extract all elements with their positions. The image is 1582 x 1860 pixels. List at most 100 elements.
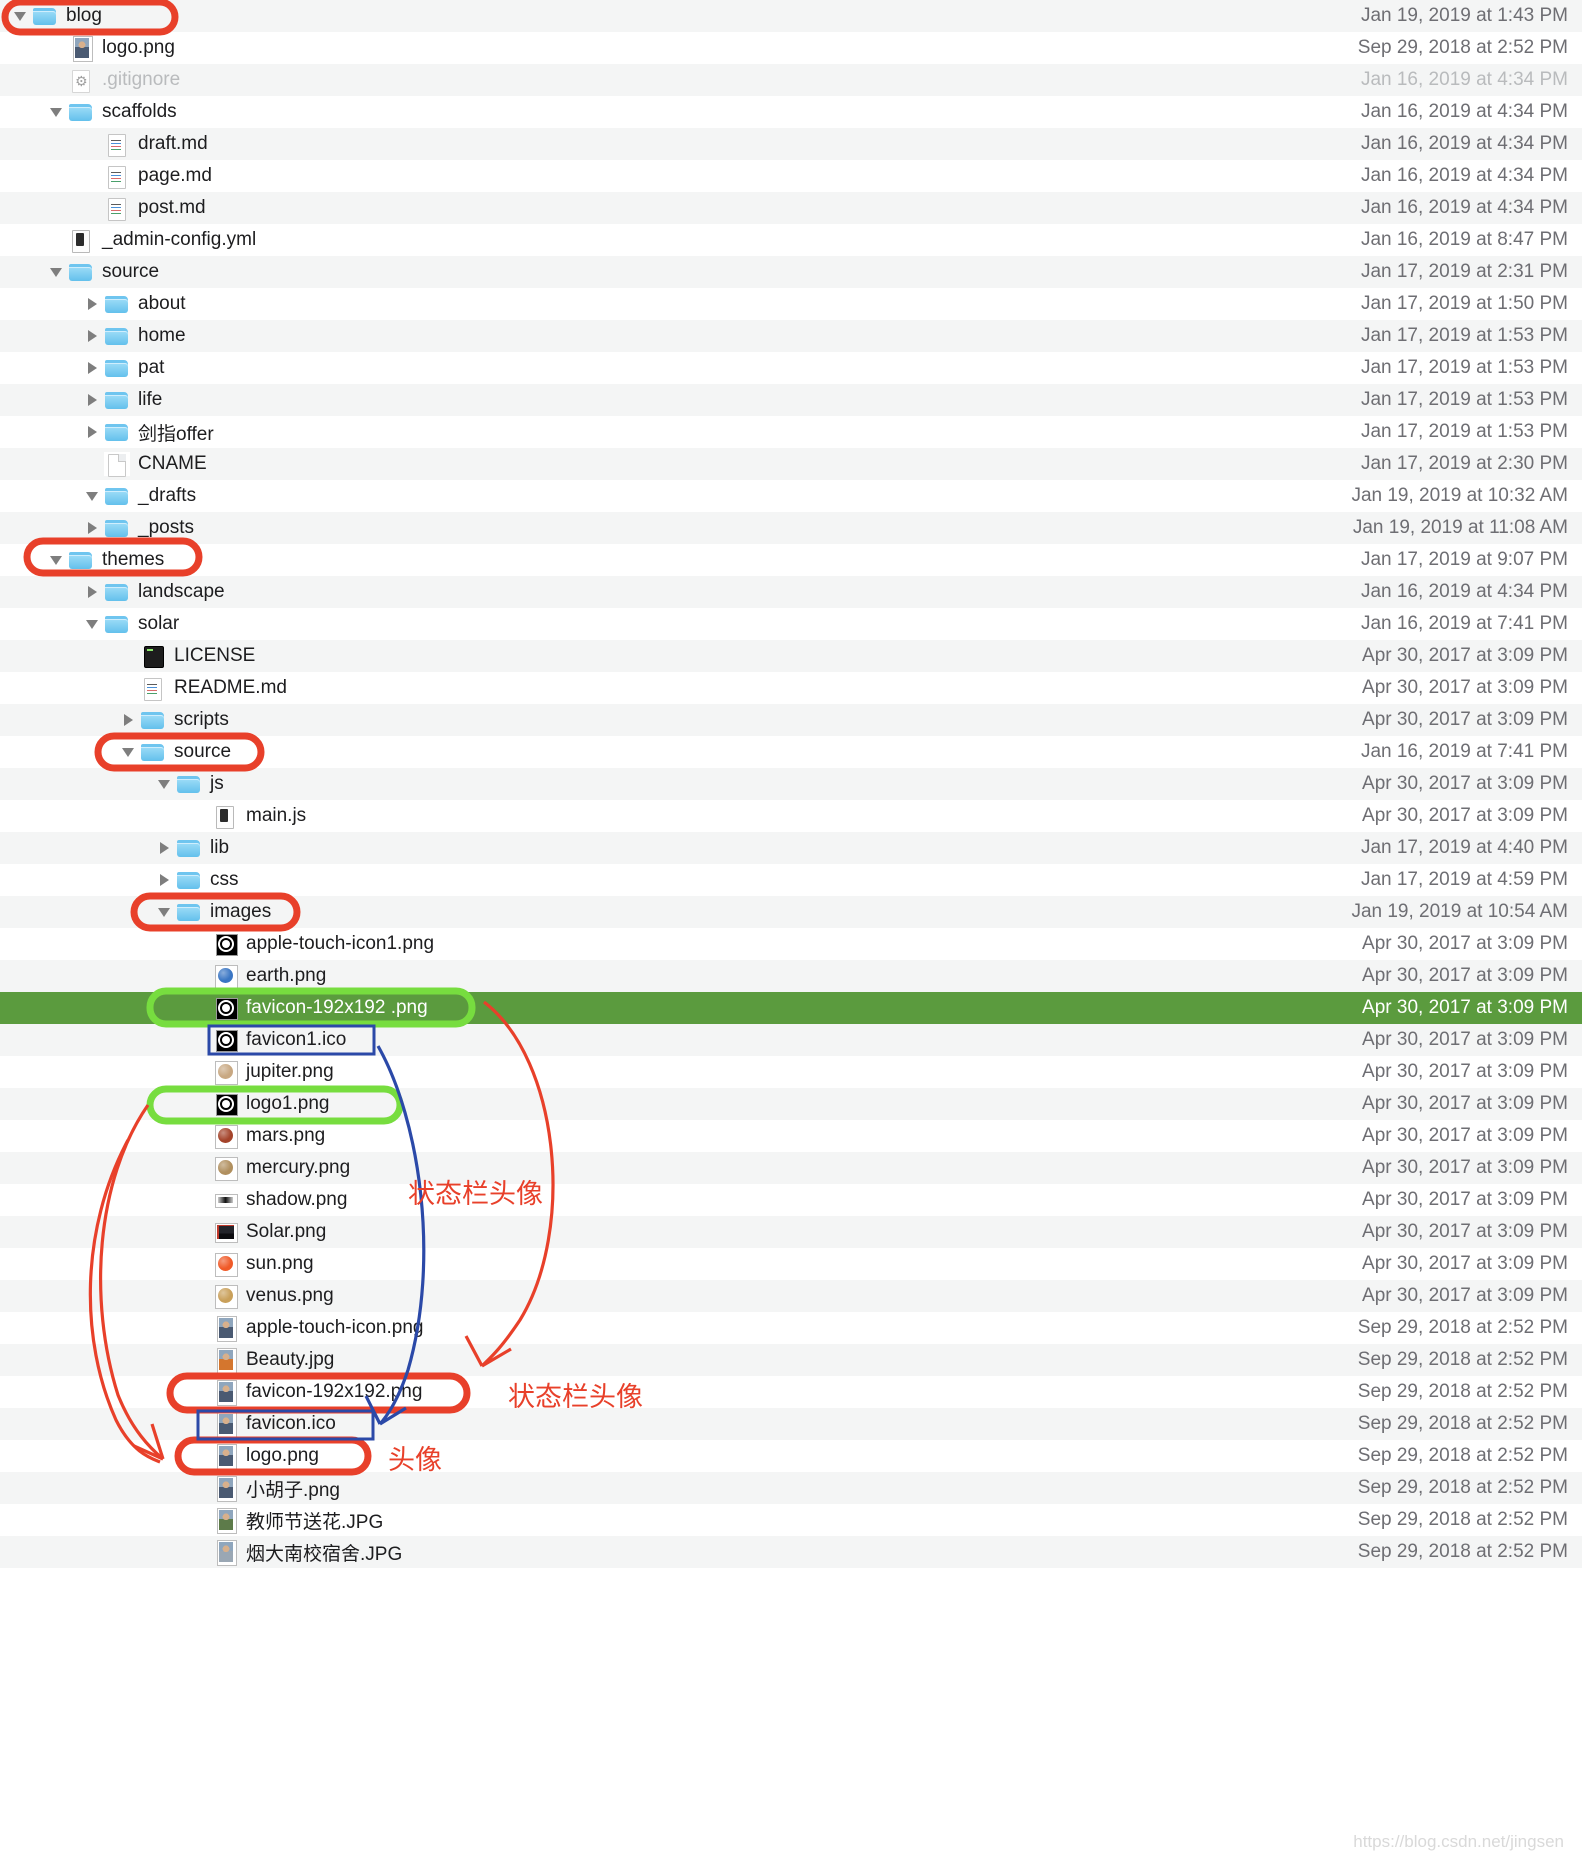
table-row[interactable]: themes Jan 17, 2019 at 9:07 PM <box>0 544 1582 576</box>
disclosure-right-icon[interactable] <box>82 384 104 416</box>
folder-icon <box>140 708 166 732</box>
disclosure-spacer <box>190 1376 212 1408</box>
table-row[interactable]: images Jan 19, 2019 at 10:54 AM <box>0 896 1582 928</box>
table-row[interactable]: jupiter.png Apr 30, 2017 at 3:09 PM <box>0 1056 1582 1088</box>
table-row[interactable]: css Jan 17, 2019 at 4:59 PM <box>0 864 1582 896</box>
table-row[interactable]: logo.png Sep 29, 2018 at 2:52 PM <box>0 32 1582 64</box>
folder-icon <box>176 868 202 892</box>
table-row[interactable]: js Apr 30, 2017 at 3:09 PM <box>0 768 1582 800</box>
table-row[interactable]: logo.png Sep 29, 2018 at 2:52 PM <box>0 1440 1582 1472</box>
date-modified: Sep 29, 2018 at 2:52 PM <box>1357 37 1568 58</box>
disclosure-down-icon[interactable] <box>82 480 104 512</box>
disclosure-right-icon[interactable] <box>154 832 176 864</box>
file-name: favicon.ico <box>246 1413 336 1434</box>
table-row[interactable]: _drafts Jan 19, 2019 at 10:32 AM <box>0 480 1582 512</box>
disclosure-spacer <box>190 1056 212 1088</box>
table-row[interactable]: mercury.png Apr 30, 2017 at 3:09 PM <box>0 1152 1582 1184</box>
table-row[interactable]: shadow.png Apr 30, 2017 at 3:09 PM <box>0 1184 1582 1216</box>
disclosure-spacer <box>190 960 212 992</box>
disclosure-right-icon[interactable] <box>82 352 104 384</box>
table-row[interactable]: 烟大南校宿舍.JPG Sep 29, 2018 at 2:52 PM <box>0 1536 1582 1568</box>
table-row[interactable]: logo1.png Apr 30, 2017 at 3:09 PM <box>0 1088 1582 1120</box>
table-row[interactable]: _posts Jan 19, 2019 at 11:08 AM <box>0 512 1582 544</box>
disclosure-spacer <box>190 1440 212 1472</box>
markdown-icon <box>104 196 130 221</box>
disclosure-right-icon[interactable] <box>118 704 140 736</box>
table-row[interactable]: scaffolds Jan 16, 2019 at 4:34 PM <box>0 96 1582 128</box>
folder-icon <box>104 484 130 508</box>
table-row[interactable]: draft.md Jan 16, 2019 at 4:34 PM <box>0 128 1582 160</box>
table-row[interactable]: earth.png Apr 30, 2017 at 3:09 PM <box>0 960 1582 992</box>
file-name: scripts <box>174 709 229 730</box>
table-row[interactable]: pat Jan 17, 2019 at 1:53 PM <box>0 352 1582 384</box>
markdown-icon <box>104 132 130 157</box>
table-row[interactable]: mars.png Apr 30, 2017 at 3:09 PM <box>0 1120 1582 1152</box>
disclosure-right-icon[interactable] <box>154 864 176 896</box>
table-row[interactable]: post.md Jan 16, 2019 at 4:34 PM <box>0 192 1582 224</box>
table-row[interactable]: about Jan 17, 2019 at 1:50 PM <box>0 288 1582 320</box>
disclosure-spacer <box>190 1536 212 1568</box>
file-name: shadow.png <box>246 1189 348 1210</box>
disclosure-down-icon[interactable] <box>82 608 104 640</box>
file-name: Solar.png <box>246 1221 327 1242</box>
table-row[interactable]: 小胡子.png Sep 29, 2018 at 2:52 PM <box>0 1472 1582 1504</box>
table-row[interactable]: apple-touch-icon.png Sep 29, 2018 at 2:52… <box>0 1312 1582 1344</box>
table-row[interactable]: page.md Jan 16, 2019 at 4:34 PM <box>0 160 1582 192</box>
table-row[interactable]: sun.png Apr 30, 2017 at 3:09 PM <box>0 1248 1582 1280</box>
disclosure-right-icon[interactable] <box>82 416 104 448</box>
table-row[interactable]: LICENSE Apr 30, 2017 at 3:09 PM <box>0 640 1582 672</box>
disclosure-down-icon[interactable] <box>154 768 176 800</box>
table-row[interactable]: scripts Apr 30, 2017 at 3:09 PM <box>0 704 1582 736</box>
table-row[interactable]: venus.png Apr 30, 2017 at 3:09 PM <box>0 1280 1582 1312</box>
table-row[interactable]: Beauty.jpg Sep 29, 2018 at 2:52 PM <box>0 1344 1582 1376</box>
disclosure-down-icon[interactable] <box>118 736 140 768</box>
disclosure-spacer <box>190 1152 212 1184</box>
table-row[interactable]: landscape Jan 16, 2019 at 4:34 PM <box>0 576 1582 608</box>
table-row[interactable]: favicon.ico Sep 29, 2018 at 2:52 PM <box>0 1408 1582 1440</box>
table-row[interactable]: favicon-192x192 .png Apr 30, 2017 at 3:09… <box>0 992 1582 1024</box>
disclosure-down-icon[interactable] <box>46 544 68 576</box>
date-modified: Jan 17, 2019 at 1:53 PM <box>1360 325 1568 346</box>
table-row[interactable]: life Jan 17, 2019 at 1:53 PM <box>0 384 1582 416</box>
file-name: sun.png <box>246 1253 314 1274</box>
folder-icon <box>104 388 130 412</box>
date-modified: Apr 30, 2017 at 3:09 PM <box>1362 709 1568 730</box>
disclosure-down-icon[interactable] <box>46 96 68 128</box>
disclosure-down-icon[interactable] <box>10 0 32 32</box>
disclosure-spacer <box>118 672 140 704</box>
table-row[interactable]: 剑指offer Jan 17, 2019 at 1:53 PM <box>0 416 1582 448</box>
date-modified: Apr 30, 2017 at 3:09 PM <box>1362 1157 1568 1178</box>
table-row[interactable]: source Jan 17, 2019 at 2:31 PM <box>0 256 1582 288</box>
table-row[interactable]: main.js Apr 30, 2017 at 3:09 PM <box>0 800 1582 832</box>
table-row[interactable]: .gitignore Jan 16, 2019 at 4:34 PM <box>0 64 1582 96</box>
table-row[interactable]: favicon-192x192.png Sep 29, 2018 at 2:52 … <box>0 1376 1582 1408</box>
table-row[interactable]: favicon1.ico Apr 30, 2017 at 3:09 PM <box>0 1024 1582 1056</box>
date-modified: Jan 17, 2019 at 1:50 PM <box>1360 293 1568 314</box>
file-name: Beauty.jpg <box>246 1349 335 1370</box>
date-modified: Apr 30, 2017 at 3:09 PM <box>1362 933 1568 954</box>
table-row[interactable]: blog Jan 19, 2019 at 1:43 PM <box>0 0 1582 32</box>
table-row[interactable]: home Jan 17, 2019 at 1:53 PM <box>0 320 1582 352</box>
disclosure-right-icon[interactable] <box>82 512 104 544</box>
disclosure-right-icon[interactable] <box>82 288 104 320</box>
file-list[interactable]: blog Jan 19, 2019 at 1:43 PM logo.png Sep 2… <box>0 0 1582 1860</box>
disclosure-right-icon[interactable] <box>82 576 104 608</box>
table-row[interactable]: _admin-config.yml Jan 16, 2019 at 8:47 PM <box>0 224 1582 256</box>
target-png-icon <box>212 932 238 956</box>
table-row[interactable]: 教师节送花.JPG Sep 29, 2018 at 2:52 PM <box>0 1504 1582 1536</box>
folder-icon <box>104 612 130 636</box>
table-row[interactable]: README.md Apr 30, 2017 at 3:09 PM <box>0 672 1582 704</box>
table-row[interactable]: source Jan 16, 2019 at 7:41 PM <box>0 736 1582 768</box>
disclosure-right-icon[interactable] <box>82 320 104 352</box>
date-modified: Sep 29, 2018 at 2:52 PM <box>1357 1349 1568 1370</box>
disclosure-down-icon[interactable] <box>46 256 68 288</box>
table-row[interactable]: lib Jan 17, 2019 at 4:40 PM <box>0 832 1582 864</box>
disclosure-down-icon[interactable] <box>154 896 176 928</box>
date-modified: Apr 30, 2017 at 3:09 PM <box>1362 1285 1568 1306</box>
table-row[interactable]: solar Jan 16, 2019 at 7:41 PM <box>0 608 1582 640</box>
file-name: _posts <box>138 517 194 538</box>
table-row[interactable]: Solar.png Apr 30, 2017 at 3:09 PM <box>0 1216 1582 1248</box>
date-modified: Jan 19, 2019 at 10:32 AM <box>1351 485 1568 506</box>
table-row[interactable]: CNAME Jan 17, 2019 at 2:30 PM <box>0 448 1582 480</box>
table-row[interactable]: apple-touch-icon1.png Apr 30, 2017 at 3:0… <box>0 928 1582 960</box>
